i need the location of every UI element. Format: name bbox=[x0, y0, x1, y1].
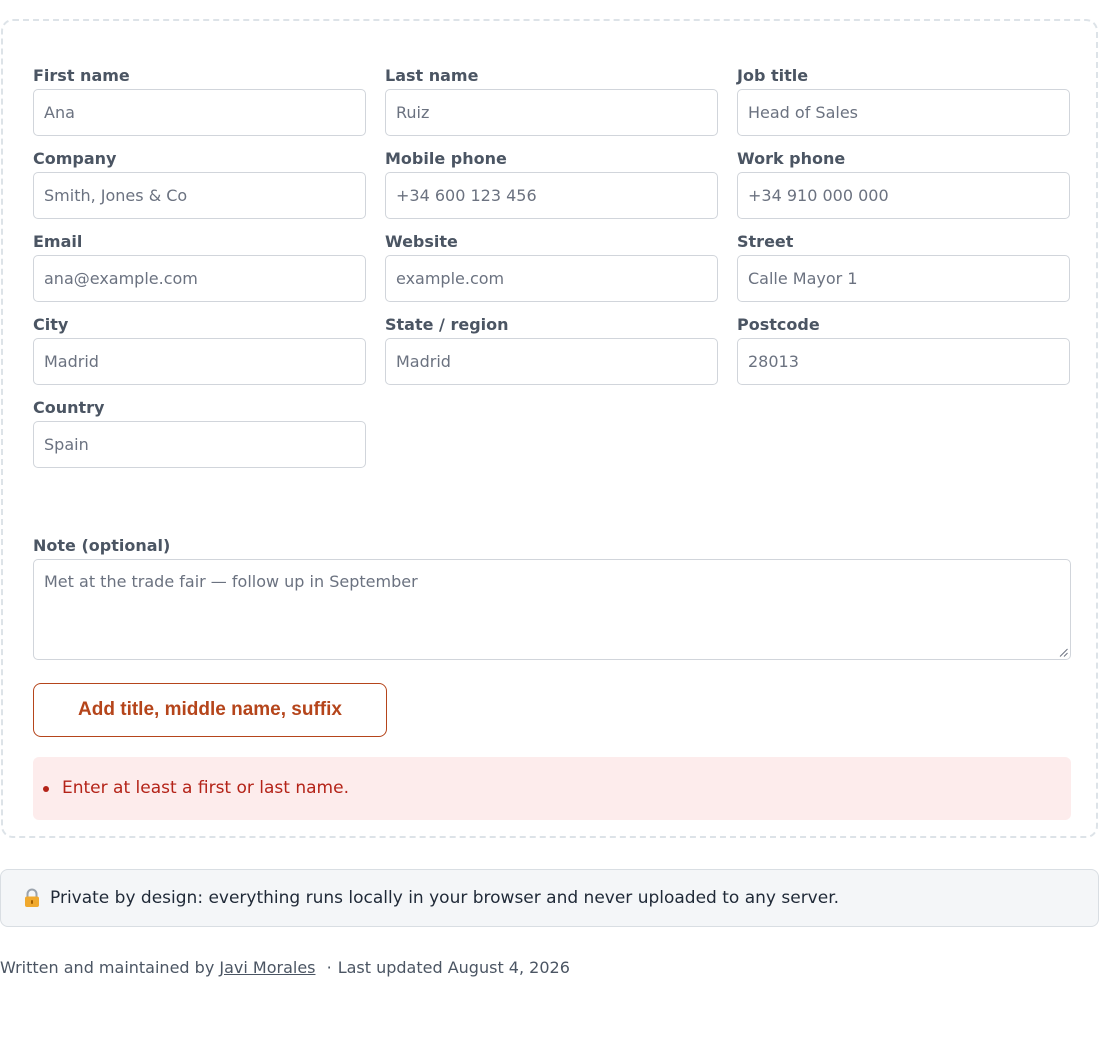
field-label: Email bbox=[33, 232, 83, 251]
note-textarea[interactable]: Met at the trade fair — follow up in Sep… bbox=[33, 559, 1071, 660]
field-postcode: Postcode 28013 bbox=[737, 314, 1070, 385]
author-link[interactable]: Javi Morales bbox=[219, 958, 315, 977]
field-label: Work phone bbox=[737, 149, 846, 168]
country-input[interactable]: Spain bbox=[33, 421, 366, 468]
privacy-text: Private by design: everything runs local… bbox=[50, 888, 840, 908]
page-footer: Written and maintained by Javi Morales ·… bbox=[0, 958, 570, 977]
street-input[interactable]: Calle Mayor 1 bbox=[737, 255, 1070, 302]
field-email: Email ana@example.com bbox=[33, 231, 366, 302]
field-work-phone: Work phone +34 910 000 000 bbox=[737, 148, 1070, 219]
field-label: Website bbox=[385, 232, 458, 251]
work-phone-input[interactable]: +34 910 000 000 bbox=[737, 172, 1070, 219]
field-label: First name bbox=[33, 66, 130, 85]
postcode-input[interactable]: 28013 bbox=[737, 338, 1070, 385]
add-title-middle-suffix-button[interactable]: Add title, middle name, suffix bbox=[33, 683, 387, 737]
job-title-input[interactable]: Head of Sales bbox=[737, 89, 1070, 136]
field-last-name: Last name Ruiz bbox=[385, 65, 718, 136]
field-first-name: First name Ana bbox=[33, 65, 366, 136]
field-label: Country bbox=[33, 398, 105, 417]
note-label: Note (optional) bbox=[33, 536, 171, 555]
error-text: Enter at least a first or last name. bbox=[62, 778, 349, 798]
field-street: Street Calle Mayor 1 bbox=[737, 231, 1070, 302]
company-input[interactable]: Smith, Jones & Co bbox=[33, 172, 366, 219]
field-label: Street bbox=[737, 232, 794, 251]
field-website: Website example.com bbox=[385, 231, 718, 302]
field-label: Postcode bbox=[737, 315, 820, 334]
field-job-title: Job title Head of Sales bbox=[737, 65, 1070, 136]
first-name-input[interactable]: Ana bbox=[33, 89, 366, 136]
city-input[interactable]: Madrid bbox=[33, 338, 366, 385]
privacy-notice: Private by design: everything runs local… bbox=[0, 869, 1099, 927]
last-name-input[interactable]: Ruiz bbox=[385, 89, 718, 136]
email-input[interactable]: ana@example.com bbox=[33, 255, 366, 302]
field-label: Last name bbox=[385, 66, 479, 85]
resize-handle-icon[interactable] bbox=[1059, 648, 1068, 657]
field-label: State / region bbox=[385, 315, 509, 334]
mobile-phone-input[interactable]: +34 600 123 456 bbox=[385, 172, 718, 219]
error-item: Enter at least a first or last name. bbox=[43, 757, 1071, 820]
lock-icon bbox=[23, 888, 41, 908]
field-country: Country Spain bbox=[33, 397, 366, 468]
field-label: Company bbox=[33, 149, 117, 168]
field-state-region: State / region Madrid bbox=[385, 314, 718, 385]
field-note: Note (optional) Met at the trade fair — … bbox=[33, 535, 1071, 660]
website-input[interactable]: example.com bbox=[385, 255, 718, 302]
bullet-icon bbox=[43, 786, 49, 792]
field-city: City Madrid bbox=[33, 314, 366, 385]
field-company: Company Smith, Jones & Co bbox=[33, 148, 366, 219]
field-label: Mobile phone bbox=[385, 149, 507, 168]
form-fields-grid: First name Ana Last name Ruiz Job title … bbox=[33, 65, 1071, 468]
footer-prefix: Written and maintained by bbox=[0, 958, 215, 977]
state-region-input[interactable]: Madrid bbox=[385, 338, 718, 385]
field-label: City bbox=[33, 315, 69, 334]
footer-separator: · bbox=[326, 958, 332, 977]
note-text: Met at the trade fair — follow up in Sep… bbox=[44, 572, 418, 591]
field-mobile-phone: Mobile phone +34 600 123 456 bbox=[385, 148, 718, 219]
contact-form: First name Ana Last name Ruiz Job title … bbox=[1, 19, 1098, 838]
field-label: Job title bbox=[737, 66, 809, 85]
validation-error-box: Enter at least a first or last name. bbox=[33, 757, 1071, 820]
error-list: Enter at least a first or last name. bbox=[41, 757, 1071, 820]
last-updated: Last updated August 4, 2026 bbox=[337, 958, 570, 977]
